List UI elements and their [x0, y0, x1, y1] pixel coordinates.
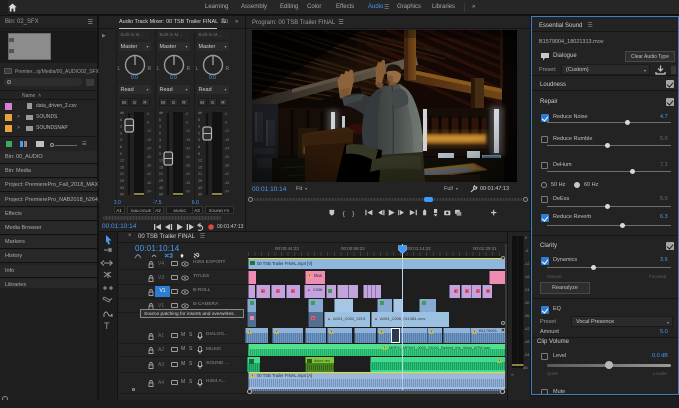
svg-text:-48: -48 — [224, 181, 229, 185]
svg-text:12: 12 — [198, 159, 202, 163]
svg-text:21: 21 — [120, 172, 124, 176]
svg-text:3: 3 — [198, 125, 200, 129]
svg-text:-48: -48 — [524, 340, 530, 344]
svg-text:db: db — [120, 111, 124, 115]
svg-text:43: 43 — [120, 186, 124, 190]
svg-text:9: 9 — [120, 152, 122, 156]
svg-text:-54: -54 — [185, 189, 190, 193]
svg-text:db: db — [198, 111, 202, 115]
svg-text:-30: -30 — [524, 301, 530, 305]
svg-text:-36: -36 — [224, 164, 229, 168]
svg-text:-30: -30 — [224, 155, 229, 159]
svg-text:-6: -6 — [224, 121, 227, 125]
svg-text:90: 90 — [120, 193, 124, 197]
svg-text:6: 6 — [159, 145, 161, 149]
svg-text:-54: -54 — [524, 353, 530, 357]
svg-text:-12: -12 — [524, 262, 530, 266]
svg-text:-48: -48 — [185, 181, 190, 185]
svg-text:3: 3 — [159, 125, 161, 129]
svg-text:43: 43 — [198, 186, 202, 190]
svg-text:9: 9 — [159, 152, 161, 156]
svg-text:{: { — [343, 210, 345, 217]
svg-text:-42: -42 — [224, 172, 229, 176]
svg-text:-12: -12 — [146, 129, 151, 133]
svg-text:-30: -30 — [185, 155, 190, 159]
svg-text:21: 21 — [198, 172, 202, 176]
svg-text:∞: ∞ — [511, 372, 514, 377]
svg-text:9: 9 — [198, 152, 200, 156]
svg-text:6: 6 — [120, 118, 122, 122]
svg-text:3: 3 — [159, 138, 161, 142]
svg-text:-42: -42 — [185, 172, 190, 176]
svg-text:0: 0 — [525, 236, 527, 240]
svg-text:90: 90 — [159, 193, 163, 197]
svg-text:-48: -48 — [146, 181, 151, 185]
svg-text:43: 43 — [159, 186, 163, 190]
svg-text:-12: -12 — [224, 129, 229, 133]
svg-text:dB: dB — [523, 366, 528, 370]
svg-text:-6: -6 — [525, 249, 528, 253]
svg-text:3: 3 — [120, 138, 122, 142]
svg-text:-24: -24 — [185, 146, 190, 150]
svg-text:21: 21 — [159, 172, 163, 176]
svg-text:-54: -54 — [146, 189, 151, 193]
svg-text:T: T — [104, 321, 110, 331]
svg-text:6: 6 — [198, 145, 200, 149]
svg-text:-6: -6 — [185, 121, 188, 125]
svg-text:15: 15 — [159, 165, 163, 169]
svg-text:6: 6 — [198, 118, 200, 122]
svg-text:-36: -36 — [146, 164, 151, 168]
svg-text:29: 29 — [198, 179, 202, 183]
svg-text:0: 0 — [159, 131, 161, 135]
svg-text:-36: -36 — [524, 314, 530, 318]
svg-text:-18: -18 — [185, 138, 190, 142]
svg-text:6: 6 — [120, 145, 122, 149]
svg-text:-24: -24 — [224, 146, 229, 150]
svg-text:-12: -12 — [185, 129, 190, 133]
svg-text:90: 90 — [198, 193, 202, 197]
svg-text:-0: -0 — [185, 112, 188, 116]
svg-text:-0: -0 — [146, 112, 149, 116]
svg-text:-36: -36 — [185, 164, 190, 168]
svg-text:-24: -24 — [524, 288, 530, 292]
svg-text:-30: -30 — [146, 155, 151, 159]
svg-text:}: } — [352, 210, 354, 217]
svg-text:15: 15 — [198, 165, 202, 169]
svg-text:-42: -42 — [146, 172, 151, 176]
svg-text:0: 0 — [120, 131, 122, 135]
svg-text:3: 3 — [120, 125, 122, 129]
svg-text:-18: -18 — [146, 138, 151, 142]
svg-text:12: 12 — [120, 159, 124, 163]
svg-text:db: db — [159, 111, 163, 115]
svg-text:-6: -6 — [146, 121, 149, 125]
svg-text:29: 29 — [159, 179, 163, 183]
svg-text:-24: -24 — [146, 146, 151, 150]
svg-text:-18: -18 — [524, 275, 530, 279]
svg-text:-0: -0 — [224, 112, 227, 116]
svg-text:15: 15 — [120, 165, 124, 169]
svg-text:-42: -42 — [524, 327, 530, 331]
svg-text:6: 6 — [159, 118, 161, 122]
svg-text:12: 12 — [159, 159, 163, 163]
svg-text:0: 0 — [198, 131, 200, 135]
svg-text:-54: -54 — [224, 189, 229, 193]
svg-text:-18: -18 — [224, 138, 229, 142]
svg-text:3: 3 — [198, 138, 200, 142]
svg-text:29: 29 — [120, 179, 124, 183]
